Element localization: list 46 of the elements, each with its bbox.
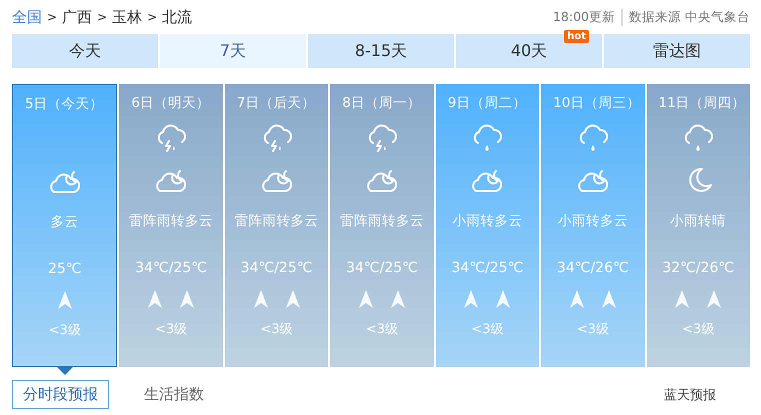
breadcrumb-separator: > bbox=[147, 8, 158, 26]
weather-text: 小雨转多云 bbox=[452, 212, 522, 230]
tab[interactable]: 今天 bbox=[12, 34, 158, 68]
wind-level: <3级 bbox=[471, 321, 504, 338]
breadcrumb-link[interactable]: 全国 bbox=[12, 8, 42, 26]
tab[interactable]: 雷达图 bbox=[604, 34, 750, 68]
breadcrumb-item: 广西 bbox=[62, 8, 92, 26]
day-date: 11日（周四） bbox=[658, 94, 746, 113]
temperature: 25℃ bbox=[48, 261, 82, 277]
breadcrumb-item: 玉林 bbox=[112, 8, 142, 26]
temperature: 34℃/25℃ bbox=[240, 260, 312, 276]
temperature: 34℃/25℃ bbox=[346, 260, 418, 276]
hot-badge: hot bbox=[564, 30, 589, 43]
weather-text: 小雨转晴 bbox=[670, 212, 726, 230]
wind-level: <3级 bbox=[155, 321, 188, 338]
temperature: 34℃/25℃ bbox=[135, 260, 208, 276]
temperature: 34℃/26℃ bbox=[556, 260, 629, 276]
breadcrumb-separator: > bbox=[47, 8, 58, 26]
day-date: 10日（周三） bbox=[552, 94, 640, 113]
data-source: 数据来源 中央气象台 bbox=[629, 8, 750, 26]
wind-level: <3级 bbox=[682, 321, 714, 338]
day-date: 6日（明天） bbox=[130, 94, 210, 113]
wind-level: <3级 bbox=[576, 321, 609, 338]
tab[interactable]: 7天 bbox=[160, 34, 306, 68]
breadcrumb-item: 北流 bbox=[162, 8, 192, 26]
day-date: 8日（周一） bbox=[341, 94, 421, 113]
wind-level: <3级 bbox=[366, 321, 398, 338]
tab[interactable]: 8-15天 bbox=[308, 34, 454, 68]
weather-text: 雷阵雨转多云 bbox=[234, 212, 319, 230]
tab[interactable]: 分时段预报 bbox=[12, 380, 109, 409]
weather-text: 多云 bbox=[50, 213, 79, 231]
day-date: 9日（周二） bbox=[446, 94, 526, 113]
wind-level: <3级 bbox=[260, 321, 293, 338]
wind-level: <3级 bbox=[48, 322, 81, 339]
temperature: 34℃/25℃ bbox=[452, 260, 524, 276]
update-time: 18:00更新 bbox=[552, 8, 624, 26]
tab[interactable]: 生活指数 bbox=[133, 380, 215, 409]
day-date: 7日（后天） bbox=[236, 94, 316, 113]
breadcrumb-separator: > bbox=[97, 8, 108, 26]
weather-text: 雷阵雨转多云 bbox=[340, 212, 424, 230]
temperature: 32℃/26℃ bbox=[662, 260, 734, 276]
link[interactable]: 蓝天预报 bbox=[664, 386, 716, 404]
weather-text: 雷阵雨转多云 bbox=[129, 212, 214, 230]
weather-text: 小雨转多云 bbox=[558, 212, 628, 230]
day-date: 5日（今天） bbox=[24, 95, 104, 114]
pointer-icon bbox=[56, 367, 73, 375]
